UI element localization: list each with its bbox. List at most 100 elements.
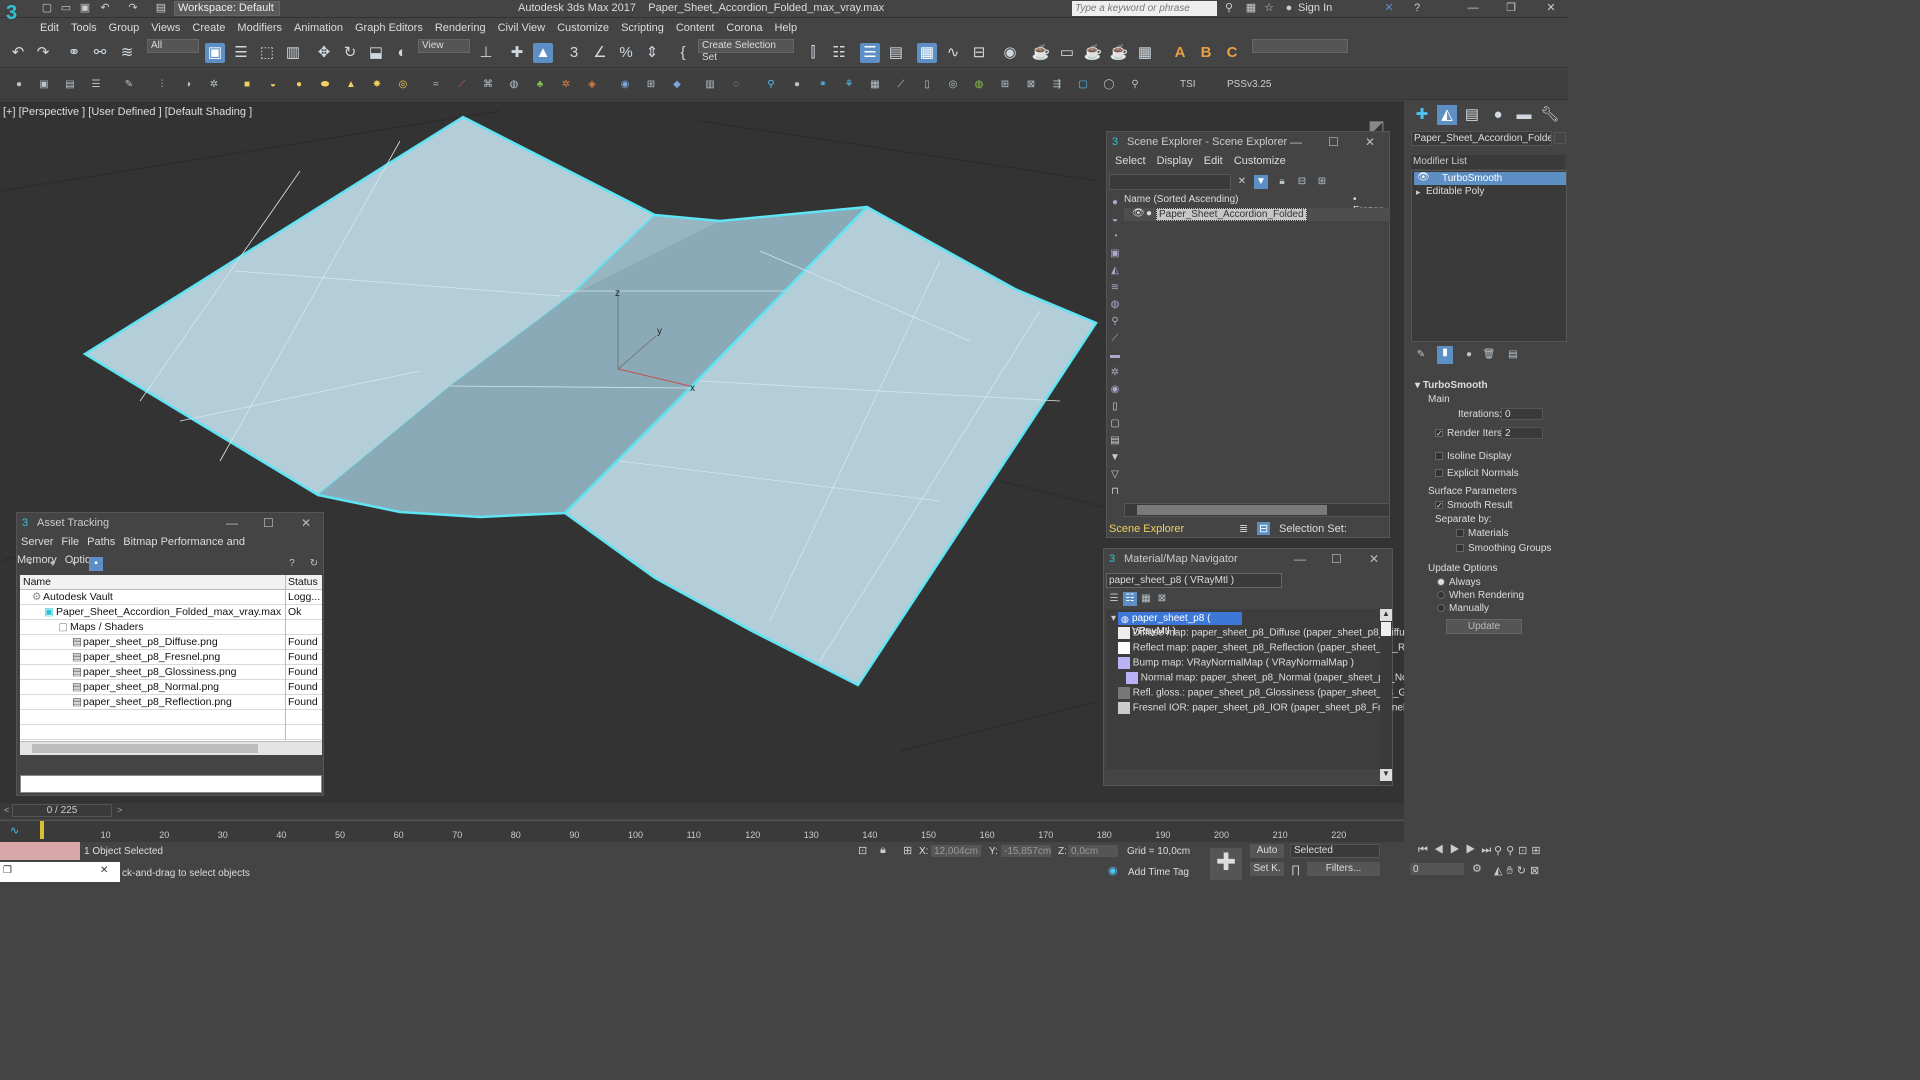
current-frame-marker[interactable] [40,821,44,839]
schematic-view-icon[interactable]: ⊟ [969,43,989,63]
clear-icon[interactable]: ✕ [1235,175,1249,189]
display-tab-icon[interactable]: ▬ [1514,105,1534,125]
tool-paint-icon[interactable]: ✎ [122,78,136,92]
star-icon[interactable]: ☆ [1262,2,1276,15]
horizontal-scrollbar[interactable] [1124,503,1390,517]
hierarchy-tab-icon[interactable]: ▤ [1462,105,1482,125]
display-frozen-icon[interactable]: ✲ [1108,366,1122,380]
tool-spline-icon[interactable]: ≈ [429,78,443,92]
map-item[interactable]: Normal map: paper_sheet_p8_Normal (paper… [1126,672,1411,684]
prev-key-icon[interactable]: ◀︎ [1434,844,1450,856]
toggle-layer-explorer-icon[interactable]: ▤ [886,43,906,63]
maximize-viewport-icon[interactable]: ⊠ [1530,865,1543,877]
view-list-icon[interactable]: ☰ [1107,592,1121,606]
fov-icon[interactable]: ◭ [1494,865,1506,877]
map-item[interactable]: Reflect map: paper_sheet_p8_Reflection (… [1118,642,1414,654]
time-slider-thumb[interactable]: 0 / 225 [12,804,112,817]
tool-lines-icon[interactable]: ☰ [89,78,103,92]
menu-group[interactable]: Group [103,19,146,37]
close-icon[interactable]: ✕ [1544,2,1558,15]
asset-table-icon[interactable]: ▪ [67,557,81,571]
material-editor-icon[interactable]: ◉ [1000,43,1020,63]
menu-animation[interactable]: Animation [288,19,349,37]
prev-frame-icon[interactable]: < [4,805,9,815]
tool-bulb-icon[interactable]: ⚲ [1128,78,1142,92]
display-containers-icon[interactable]: ▬ [1108,349,1122,363]
tool-frame-icon[interactable]: ⊞ [998,78,1012,92]
time-slider[interactable]: < 0 / 225 > [0,803,1404,819]
iterations-spinner[interactable]: 0 [1501,408,1543,420]
move-icon[interactable]: ✥ [314,43,334,63]
menu-views[interactable]: Views [145,19,186,37]
display-bones-icon[interactable]: ⟋ [1108,332,1122,346]
layer-icon[interactable]: ⊓ [1108,485,1122,499]
asset-tree-icon[interactable]: ▪ [89,557,103,571]
scrollbar-thumb[interactable] [32,744,258,753]
tool-particle-icon[interactable]: ✲ [559,78,573,92]
spinner-snap-icon[interactable]: ⇕ [642,43,662,63]
explicit-normals-checkbox[interactable]: Explicit Normals [1435,468,1519,479]
asset-view-icon[interactable]: ▪ [23,557,37,571]
rectangular-selection-icon[interactable]: ⬚ [257,43,277,63]
always-radio[interactable]: Always [1437,577,1481,588]
place-icon[interactable]: ◐ [392,43,412,63]
tool-bend-icon[interactable]: ⟋ [455,78,469,92]
tool-dot-icon[interactable]: ● [12,78,26,92]
help-icon[interactable]: ? [1410,2,1424,15]
undo-icon[interactable]: ↶ [8,43,28,63]
menu-graph-editors[interactable]: Graph Editors [349,19,429,37]
display-all-icon[interactable]: ▯ [1108,400,1122,414]
col-name-header[interactable]: Name [20,576,51,588]
app-logo-icon[interactable]: 3 [6,2,32,32]
minimize-icon[interactable]: — [1466,2,1480,15]
create-tab-icon[interactable]: ✚ [1412,105,1432,125]
z-coordinate-field[interactable]: 0,0cm [1067,844,1119,858]
table-row[interactable]: ▤ paper_sheet_p8_Diffuse.png Found [20,635,322,650]
asset-path-field[interactable] [20,775,322,793]
tool-fire-icon[interactable]: ◈ [585,78,599,92]
motion-tab-icon[interactable]: ● [1488,105,1508,125]
play-icon[interactable]: ▶︎ [1450,844,1466,856]
scale-icon[interactable]: ⬓ [366,43,386,63]
menu-display[interactable]: Display [1153,155,1197,167]
smooth-result-checkbox[interactable]: ✓ Smooth Result [1435,500,1513,511]
time-config-icon[interactable]: ⚙ [1472,862,1482,875]
menu-file[interactable]: File [57,536,83,548]
scroll-down-icon[interactable]: ▼ [1380,769,1392,781]
column-header[interactable]: Name (Sorted Ascending) • Frozen [1124,194,1390,216]
tool-pin-icon[interactable]: ⚲ [764,78,778,92]
table-row[interactable]: ▤ paper_sheet_p8_Glossiness.png Found [20,665,322,680]
angle-snap-icon[interactable]: ∠ [590,43,610,63]
update-button[interactable]: Update [1446,619,1522,634]
create-box-icon[interactable]: ■ [240,78,254,92]
menu-scripting[interactable]: Scripting [615,19,670,37]
menu-server[interactable]: Server [17,536,57,548]
extra-dropdown[interactable] [1252,39,1348,53]
close-icon[interactable]: ✕ [1365,132,1375,152]
link-icon[interactable]: ⚭ [64,43,84,63]
text-c-icon[interactable]: C [1222,43,1242,63]
render-setup-icon[interactable]: ☕ [1031,43,1051,63]
close-icon[interactable]: ✕ [1369,549,1379,569]
modifier-on-eye-icon[interactable]: 👁︎ [1417,172,1430,183]
close-icon[interactable]: ✕ [301,513,311,533]
key-filter-icon[interactable]: ∏ [1291,864,1300,876]
close-icon[interactable]: ✕ [100,865,108,876]
exchange-icon[interactable]: ✕ [1382,2,1396,15]
maxscript-mini-listener[interactable]: ❐ ✕ [0,862,120,882]
menu-tools[interactable]: Tools [65,19,103,37]
rollout-title[interactable]: ▾ TurboSmooth [1415,380,1488,391]
make-unique-icon[interactable]: ● [1462,348,1476,362]
redo-icon[interactable]: ↷ [126,2,140,15]
isolate-icon[interactable]: ⊡ [858,844,867,857]
display-invert-icon[interactable]: ▤ [1108,434,1122,448]
user-icon[interactable]: ● [1282,2,1296,15]
tool-uv-icon[interactable]: ⊞ [644,78,658,92]
zoom-icon[interactable]: ⚲ [1494,845,1506,857]
maximize-icon[interactable]: ☐ [1328,132,1339,152]
tool-circle-icon[interactable]: ◍ [972,78,986,92]
snaps-toggle-icon[interactable]: 3 [564,43,584,63]
viewport-label[interactable]: [+] [Perspective ] [User Defined ] [Defa… [3,106,252,118]
selection-lock-icon[interactable]: 🔒︎ [880,844,886,857]
menu-customize[interactable]: Customize [1230,155,1290,167]
